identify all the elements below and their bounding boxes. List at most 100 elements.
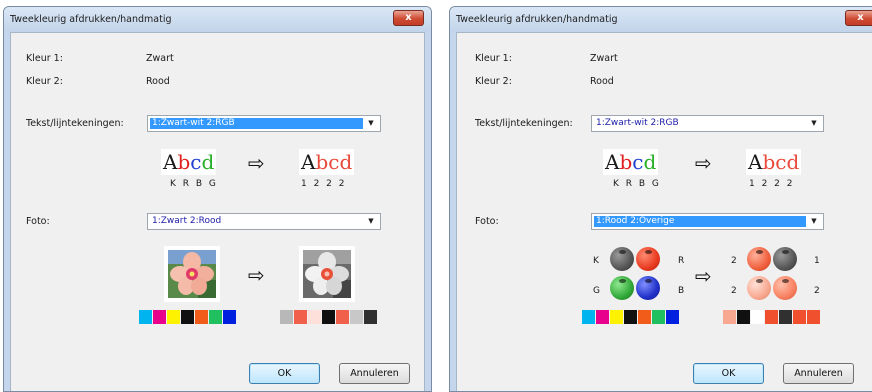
- arrow-right-icon: ⇨: [248, 263, 265, 287]
- sample-letter-d: d: [339, 150, 353, 174]
- ball-converted-2: [773, 247, 797, 271]
- text-lineart-selected-value: 1:Zwart-wit 2:RGB: [150, 118, 363, 129]
- text-lineart-select[interactable]: 1:Zwart-wit 2:RGB ▼: [591, 115, 824, 132]
- ball-label: R: [678, 256, 685, 266]
- sample-letter-c: c: [775, 150, 787, 174]
- sample-letter-b: b: [619, 150, 633, 174]
- dialog-body: Kleur 1: Zwart Kleur 2: Rood Tekst/lijnt…: [10, 32, 425, 391]
- text-lineart-label: Tekst/lijntekeningen:: [475, 118, 573, 129]
- photo-sample-converted: [299, 246, 355, 302]
- color2-value: Rood: [146, 76, 170, 87]
- ball-label: 2: [731, 256, 737, 266]
- swatch: [280, 310, 293, 324]
- ok-button[interactable]: OK: [693, 363, 764, 384]
- cancel-button[interactable]: Annuleren: [339, 363, 410, 384]
- ball-label: 2: [731, 286, 737, 296]
- photo-sample-original: [164, 246, 220, 302]
- close-button[interactable]: x: [845, 10, 872, 26]
- ok-button[interactable]: OK: [249, 363, 320, 384]
- swatch: [350, 310, 363, 324]
- ball-converted-4: [773, 276, 797, 300]
- photo-selected-value: 1:Zwart 2:Rood: [152, 216, 222, 226]
- color-swatches-converted: [280, 310, 378, 324]
- swatch: [807, 310, 820, 324]
- swatch: [779, 310, 792, 324]
- ball-label: G: [593, 286, 600, 296]
- color-swatches-original: [582, 310, 680, 324]
- swatch: [737, 310, 750, 324]
- flower-image-converted: [303, 250, 351, 298]
- sample-letter-c: c: [632, 150, 644, 174]
- sample-letter-a: A: [748, 150, 763, 174]
- photo-select[interactable]: 1:Zwart 2:Rood ▼: [147, 213, 381, 230]
- dialog-title: Tweekleurig afdrukken/handmatig: [456, 14, 618, 25]
- text-lineart-selected-value: 1:Zwart-wit 2:RGB: [596, 118, 679, 128]
- dialog-title: Tweekleurig afdrukken/handmatig: [10, 14, 172, 25]
- swatch: [652, 310, 665, 324]
- arrow-right-icon: ⇨: [695, 264, 712, 288]
- swatch: [294, 310, 307, 324]
- text-lineart-label: Tekst/lijntekeningen:: [26, 118, 124, 129]
- dialog-body: Kleur 1: Zwart Kleur 2: Rood Tekst/lijnt…: [456, 32, 872, 391]
- color-legend-converted: 1 2 2 2: [301, 179, 347, 189]
- photo-selected-value: 1:Rood 2:Overige: [594, 216, 806, 227]
- dropdown-arrow-icon: ▼: [368, 119, 374, 127]
- ball-red: [636, 247, 660, 271]
- arrow-right-icon: ⇨: [248, 151, 265, 175]
- color-legend-converted: 1 2 2 2: [749, 179, 795, 189]
- ball-black: [610, 247, 634, 271]
- ball-converted-1: [747, 247, 771, 271]
- swatch: [582, 310, 595, 324]
- ball-blue: [636, 276, 660, 300]
- photo-select[interactable]: 1:Rood 2:Overige ▼: [591, 213, 824, 230]
- text-lineart-select[interactable]: 1:Zwart-wit 2:RGB ▼: [147, 115, 381, 132]
- swatch: [195, 310, 208, 324]
- sample-letter-c: c: [328, 150, 340, 174]
- color2-value: Rood: [590, 76, 614, 87]
- swatch: [181, 310, 194, 324]
- swatch: [610, 310, 623, 324]
- color-swatches-original: [139, 310, 237, 324]
- ball-green: [610, 276, 634, 300]
- swatch: [223, 310, 236, 324]
- sample-letter-d: d: [201, 150, 215, 174]
- dropdown-arrow-icon: ▼: [368, 217, 374, 225]
- cancel-button[interactable]: Annuleren: [783, 363, 854, 384]
- swatch: [209, 310, 222, 324]
- sample-letter-b: b: [762, 150, 776, 174]
- color2-label: Kleur 2:: [475, 76, 512, 87]
- title-bar[interactable]: Tweekleurig afdrukken/handmatig x: [450, 7, 872, 32]
- swatch: [638, 310, 651, 324]
- ball-label: 2: [814, 286, 820, 296]
- color-legend-original: K R B G: [170, 179, 218, 189]
- ball-label: K: [593, 256, 599, 266]
- title-bar[interactable]: Tweekleurig afdrukken/handmatig x: [4, 7, 431, 32]
- swatch: [364, 310, 377, 324]
- swatch: [765, 310, 778, 324]
- sample-letter-c: c: [190, 150, 202, 174]
- swatch: [596, 310, 609, 324]
- close-button[interactable]: x: [393, 10, 424, 26]
- sample-letter-b: b: [315, 150, 329, 174]
- flower-image: [168, 250, 216, 298]
- dialog-right: Tweekleurig afdrukken/handmatig x Kleur …: [449, 6, 872, 392]
- sample-letter-d: d: [786, 150, 800, 174]
- text-sample-original: Abcd: [161, 149, 217, 175]
- color-legend-original: K R B G: [613, 179, 661, 189]
- color2-label: Kleur 2:: [26, 76, 63, 87]
- swatch: [751, 310, 764, 324]
- sample-letter-a: A: [163, 150, 178, 174]
- ball-label: 1: [814, 256, 820, 266]
- swatch: [153, 310, 166, 324]
- photo-label: Foto:: [26, 216, 50, 227]
- swatch: [139, 310, 152, 324]
- swatch: [322, 310, 335, 324]
- color1-value: Zwart: [146, 53, 174, 64]
- text-sample-converted: Abcd: [746, 149, 802, 175]
- color1-label: Kleur 1:: [26, 53, 63, 64]
- swatch: [723, 310, 736, 324]
- dropdown-arrow-icon: ▼: [811, 217, 817, 225]
- sample-letter-a: A: [605, 150, 620, 174]
- photo-label: Foto:: [475, 216, 499, 227]
- ball-label: B: [678, 286, 685, 296]
